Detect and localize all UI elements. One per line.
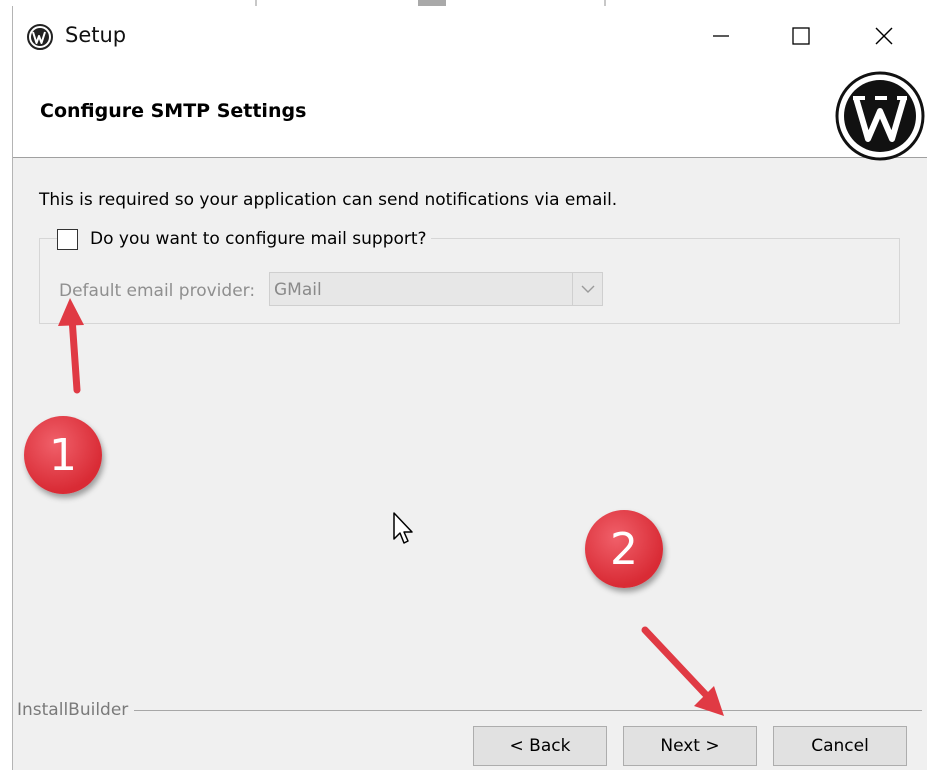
email-provider-select[interactable]: GMail [269, 272, 603, 306]
chevron-down-icon[interactable] [572, 273, 602, 305]
footer-divider [17, 710, 922, 711]
maximize-icon [792, 27, 810, 45]
step-badge-2: 2 [585, 510, 663, 588]
description-text: This is required so your application can… [39, 190, 618, 210]
next-button[interactable]: Next > [623, 726, 757, 766]
wordpress-logo [835, 71, 925, 161]
page-title: Configure SMTP Settings [40, 100, 307, 122]
close-button[interactable] [859, 16, 909, 56]
mail-support-checkbox-row[interactable]: Do you want to configure mail support? [57, 226, 431, 252]
email-provider-value: GMail [274, 280, 322, 300]
maximize-button[interactable] [776, 16, 826, 56]
email-provider-label: Default email provider: [59, 281, 256, 301]
mail-support-checkbox[interactable] [57, 228, 78, 250]
mail-support-label: Do you want to configure mail support? [90, 229, 427, 249]
step-badge-1: 1 [24, 416, 102, 494]
installbuilder-brand: InstallBuilder [17, 700, 135, 720]
minimize-icon [713, 35, 729, 37]
minimize-button[interactable] [696, 16, 746, 56]
title-bar: Setup [13, 6, 927, 66]
page-header: Configure SMTP Settings [13, 66, 927, 161]
cancel-button[interactable]: Cancel [773, 726, 907, 766]
window-title: Setup [65, 23, 127, 47]
back-button[interactable]: < Back [473, 726, 607, 766]
setup-window: Setup Configure SMTP Settings This is re… [12, 6, 927, 770]
wordpress-icon [27, 24, 53, 50]
close-icon [875, 27, 893, 45]
